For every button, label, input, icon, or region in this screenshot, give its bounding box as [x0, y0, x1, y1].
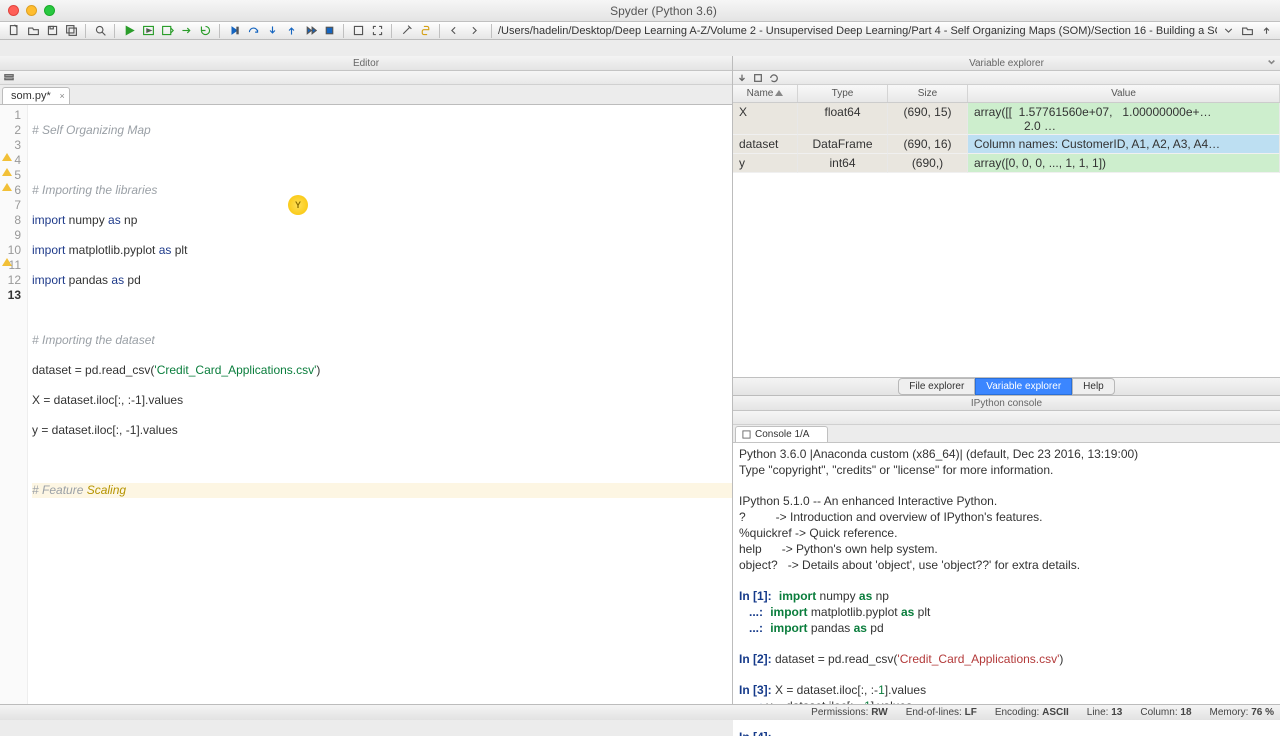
- code-line: # Self Organizing Map: [32, 123, 151, 137]
- line-gutter: 123 456 789 101112 13: [0, 105, 28, 704]
- variable-explorer-panel: Variable explorer Name Type Size Value X…: [733, 56, 1280, 396]
- editor-tab-list-icon[interactable]: [4, 73, 14, 83]
- run-selection-icon[interactable]: [178, 23, 194, 39]
- variable-row[interactable]: datasetDataFrame(690, 16)Column names: C…: [733, 135, 1280, 154]
- window-zoom-button[interactable]: [44, 5, 55, 16]
- variable-table-header[interactable]: Name Type Size Value: [733, 85, 1280, 103]
- step-into-icon[interactable]: [264, 23, 280, 39]
- editor-tab-som[interactable]: som.py* ×: [2, 87, 70, 104]
- debug-icon[interactable]: [226, 23, 242, 39]
- save-all-icon[interactable]: [63, 23, 79, 39]
- fullscreen-icon[interactable]: [369, 23, 385, 39]
- editor-tab-label: som.py*: [11, 90, 51, 102]
- step-out-icon[interactable]: [283, 23, 299, 39]
- find-icon[interactable]: [92, 23, 108, 39]
- varex-toolbar: [733, 71, 1280, 85]
- tab-file-explorer[interactable]: File explorer: [898, 378, 975, 395]
- window-close-button[interactable]: [8, 5, 19, 16]
- python-path-icon[interactable]: [417, 23, 433, 39]
- varex-panel-title: Variable explorer: [733, 56, 1280, 71]
- save-icon[interactable]: [44, 23, 60, 39]
- editor-toolbar: [0, 71, 732, 85]
- warning-icon[interactable]: [2, 168, 12, 176]
- ipython-options-icon[interactable]: [1266, 56, 1278, 68]
- ipython-toolbar: [733, 411, 1280, 425]
- console-tab[interactable]: Console 1/A: [735, 426, 828, 442]
- nav-fwd-icon[interactable]: [467, 24, 481, 38]
- sort-asc-icon[interactable]: [775, 90, 783, 96]
- maximize-icon[interactable]: [350, 23, 366, 39]
- warning-icon[interactable]: [2, 153, 12, 161]
- step-over-icon[interactable]: [245, 23, 261, 39]
- rerun-icon[interactable]: [197, 23, 213, 39]
- window-minimize-button[interactable]: [26, 5, 37, 16]
- close-icon[interactable]: ×: [59, 91, 64, 101]
- console-icon: [742, 430, 751, 439]
- right-panel: Variable explorer Name Type Size Value X…: [733, 56, 1280, 704]
- prefs-icon[interactable]: [398, 23, 414, 39]
- window-title: Spyder (Python 3.6): [55, 4, 1272, 18]
- ipython-tabs: Console 1/A: [733, 425, 1280, 443]
- ipython-panel-title: IPython console: [733, 396, 1280, 411]
- warning-icon[interactable]: [2, 183, 12, 191]
- editor-panel: Editor som.py* × 123 456 789 101112 13: [0, 56, 733, 704]
- browse-dir-icon[interactable]: [1239, 23, 1255, 39]
- import-data-icon[interactable]: [737, 73, 747, 83]
- tab-help[interactable]: Help: [1072, 378, 1115, 395]
- run-icon[interactable]: [121, 23, 137, 39]
- console-tab-label: Console 1/A: [755, 429, 809, 440]
- right-panel-tabs: File explorer Variable explorer Help: [733, 377, 1280, 395]
- editor-tabs: som.py* ×: [0, 85, 732, 105]
- stop-debug-icon[interactable]: [321, 23, 337, 39]
- run-cell-advance-icon[interactable]: [159, 23, 175, 39]
- variable-row[interactable]: Xfloat64(690, 15)array([[ 1.57761560e+07…: [733, 103, 1280, 135]
- run-cell-icon[interactable]: [140, 23, 156, 39]
- nav-back-icon[interactable]: [446, 24, 460, 38]
- variable-row[interactable]: yint64(690,)array([0, 0, 0, ..., 1, 1, 1…: [733, 154, 1280, 173]
- continue-icon[interactable]: [302, 23, 318, 39]
- editor-panel-title: Editor: [0, 56, 732, 71]
- warning-icon[interactable]: [2, 258, 12, 266]
- open-file-icon[interactable]: [25, 23, 41, 39]
- cursor-highlight-icon: Y: [288, 195, 308, 215]
- tab-variable-explorer[interactable]: Variable explorer: [975, 378, 1072, 395]
- main-toolbar: /Users/hadelin/Desktop/Deep Learning A-Z…: [0, 22, 1280, 40]
- parent-dir-icon[interactable]: [1258, 23, 1274, 39]
- cwd-dropdown-icon[interactable]: [1220, 23, 1236, 39]
- refresh-icon[interactable]: [769, 73, 779, 83]
- save-data-icon[interactable]: [753, 73, 763, 83]
- code-line: # Importing the dataset: [32, 333, 155, 347]
- variable-table[interactable]: Name Type Size Value Xfloat64(690, 15)ar…: [733, 85, 1280, 377]
- code-line: # Importing the libraries: [32, 183, 157, 197]
- ipython-console[interactable]: Python 3.6.0 |Anaconda custom (x86_64)| …: [733, 443, 1280, 736]
- mac-titlebar: Spyder (Python 3.6): [0, 0, 1280, 22]
- code-editor[interactable]: 123 456 789 101112 13 # Self Organizing …: [0, 105, 732, 704]
- status-bar: Permissions: RW End-of-lines: LF Encodin…: [0, 704, 1280, 720]
- ipython-panel: IPython console Console 1/A Python 3.6.0…: [733, 396, 1280, 736]
- working-dir-path[interactable]: /Users/hadelin/Desktop/Deep Learning A-Z…: [498, 25, 1217, 37]
- new-file-icon[interactable]: [6, 23, 22, 39]
